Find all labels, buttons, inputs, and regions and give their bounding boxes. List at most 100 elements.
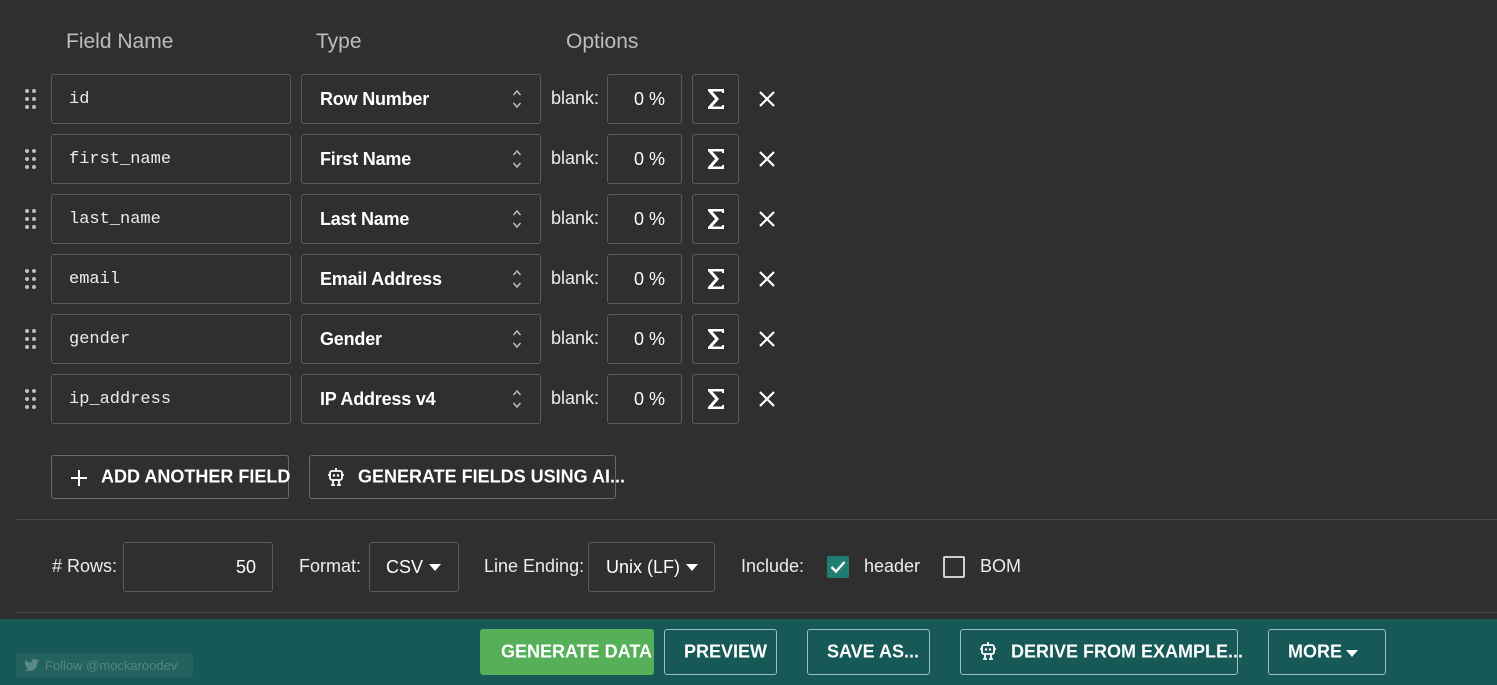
close-icon[interactable] (757, 89, 777, 109)
field-row: ip_address IP Address v4 blank: 0 % (0, 374, 800, 424)
sigma-icon (708, 389, 724, 409)
field-row: first_name First Name blank: 0 % (0, 134, 800, 184)
blank-percent-input[interactable]: 0 % (607, 374, 682, 424)
save-as-button[interactable]: SAVE AS... (807, 629, 930, 675)
generate-ai-button[interactable]: GENERATE FIELDS USING AI... (309, 455, 625, 499)
more-button[interactable]: MORE (1268, 629, 1386, 675)
blank-percent-input[interactable]: 0 % (607, 314, 682, 364)
header-checkbox[interactable] (827, 556, 849, 578)
field-name-input[interactable]: id (51, 74, 291, 124)
derive-from-example-button[interactable]: DERIVE FROM EXAMPLE... (960, 629, 1243, 675)
field-type-select[interactable]: Gender (301, 314, 541, 364)
field-name-value: id (69, 90, 90, 109)
follow-label: Follow @mockaroodev (45, 658, 178, 673)
footer-bar: Follow @mockaroodev GENERATE DATA PREVIE… (0, 619, 1497, 685)
blank-percent-input[interactable]: 0 % (607, 254, 682, 304)
bom-checkbox[interactable] (943, 556, 965, 578)
field-row: email Email Address blank: 0 % (0, 254, 800, 304)
format-label: Format: (299, 556, 362, 576)
drag-handle-icon[interactable] (24, 268, 38, 290)
generate-data-label: GENERATE DATA (501, 641, 652, 662)
up-down-chevron-icon (512, 329, 522, 349)
preview-label: PREVIEW (684, 641, 768, 662)
field-name-input[interactable]: last_name (51, 194, 291, 244)
up-down-chevron-icon (512, 269, 522, 289)
blank-percent-value: 0 % (633, 149, 665, 169)
close-icon[interactable] (757, 149, 777, 169)
drag-handle-icon[interactable] (24, 88, 38, 110)
drag-handle-icon[interactable] (24, 148, 38, 170)
rows-input[interactable]: 50 (123, 542, 273, 592)
field-name-value: first_name (69, 150, 172, 169)
field-type-select[interactable]: Email Address (301, 254, 541, 304)
line-ending-select[interactable]: Unix (LF) (588, 542, 715, 592)
drag-handle-icon[interactable] (24, 208, 38, 230)
robot-icon (980, 642, 996, 660)
blank-percent-input[interactable]: 0 % (607, 134, 682, 184)
divider (16, 519, 1497, 520)
up-down-chevron-icon (512, 389, 522, 409)
close-icon[interactable] (757, 209, 777, 229)
field-name-value: last_name (69, 210, 161, 229)
formula-button[interactable] (692, 194, 739, 244)
field-type-select[interactable]: Last Name (301, 194, 541, 244)
field-type-value: Email Address (320, 269, 442, 289)
caret-down-icon (429, 564, 441, 571)
field-row: id Row Number blank: 0 % (0, 74, 800, 124)
field-name-value: ip_address (69, 390, 172, 409)
field-name-value: email (69, 270, 121, 289)
caret-down-icon (686, 564, 698, 571)
follow-button[interactable]: Follow @mockaroodev (16, 653, 193, 677)
formula-button[interactable] (692, 374, 739, 424)
field-type-value: Last Name (320, 209, 410, 229)
format-value: CSV (386, 557, 424, 577)
blank-percent-input[interactable]: 0 % (607, 194, 682, 244)
field-name-input[interactable]: gender (51, 314, 291, 364)
field-row: last_name Last Name blank: 0 % (0, 194, 800, 244)
blank-percent-value: 0 % (633, 269, 665, 289)
blank-percent-value: 0 % (633, 209, 665, 229)
preview-button[interactable]: PREVIEW (664, 629, 777, 675)
header-options: Options (566, 30, 639, 53)
format-select[interactable]: CSV (369, 542, 459, 592)
close-icon[interactable] (757, 389, 777, 409)
field-name-value: gender (69, 330, 131, 349)
add-field-button[interactable]: ADD ANOTHER FIELD (51, 455, 290, 499)
blank-percent-value: 0 % (633, 389, 665, 409)
sigma-icon (708, 329, 724, 349)
blank-percent-value: 0 % (633, 329, 665, 349)
rows-label: # Rows: (52, 556, 118, 576)
blank-label: blank: (551, 148, 600, 168)
sigma-icon (708, 149, 724, 169)
field-name-input[interactable]: ip_address (51, 374, 291, 424)
field-name-input[interactable]: first_name (51, 134, 291, 184)
save-as-label: SAVE AS... (827, 641, 920, 662)
blank-label: blank: (551, 208, 600, 228)
blank-label: blank: (551, 388, 600, 408)
field-type-select[interactable]: Row Number (301, 74, 541, 124)
field-type-value: Row Number (320, 89, 430, 109)
close-icon[interactable] (757, 329, 777, 349)
formula-button[interactable] (692, 74, 739, 124)
column-headers: Field Name Type Options (66, 30, 766, 56)
field-type-value: IP Address v4 (320, 389, 436, 409)
field-type-value: Gender (320, 329, 382, 349)
drag-handle-icon[interactable] (24, 388, 38, 410)
field-row: gender Gender blank: 0 % (0, 314, 800, 364)
formula-button[interactable] (692, 134, 739, 184)
plus-icon (71, 470, 87, 486)
field-name-input[interactable]: email (51, 254, 291, 304)
generate-data-button[interactable]: GENERATE DATA (480, 629, 654, 675)
formula-button[interactable] (692, 254, 739, 304)
generate-ai-label: GENERATE FIELDS USING AI... (358, 466, 626, 487)
sigma-icon (708, 209, 724, 229)
drag-handle-icon[interactable] (24, 328, 38, 350)
field-type-select[interactable]: IP Address v4 (301, 374, 541, 424)
field-type-select[interactable]: First Name (301, 134, 541, 184)
up-down-chevron-icon (512, 89, 522, 109)
close-icon[interactable] (757, 269, 777, 289)
formula-button[interactable] (692, 314, 739, 364)
blank-percent-input[interactable]: 0 % (607, 74, 682, 124)
up-down-chevron-icon (512, 209, 522, 229)
caret-down-icon (1346, 650, 1358, 657)
